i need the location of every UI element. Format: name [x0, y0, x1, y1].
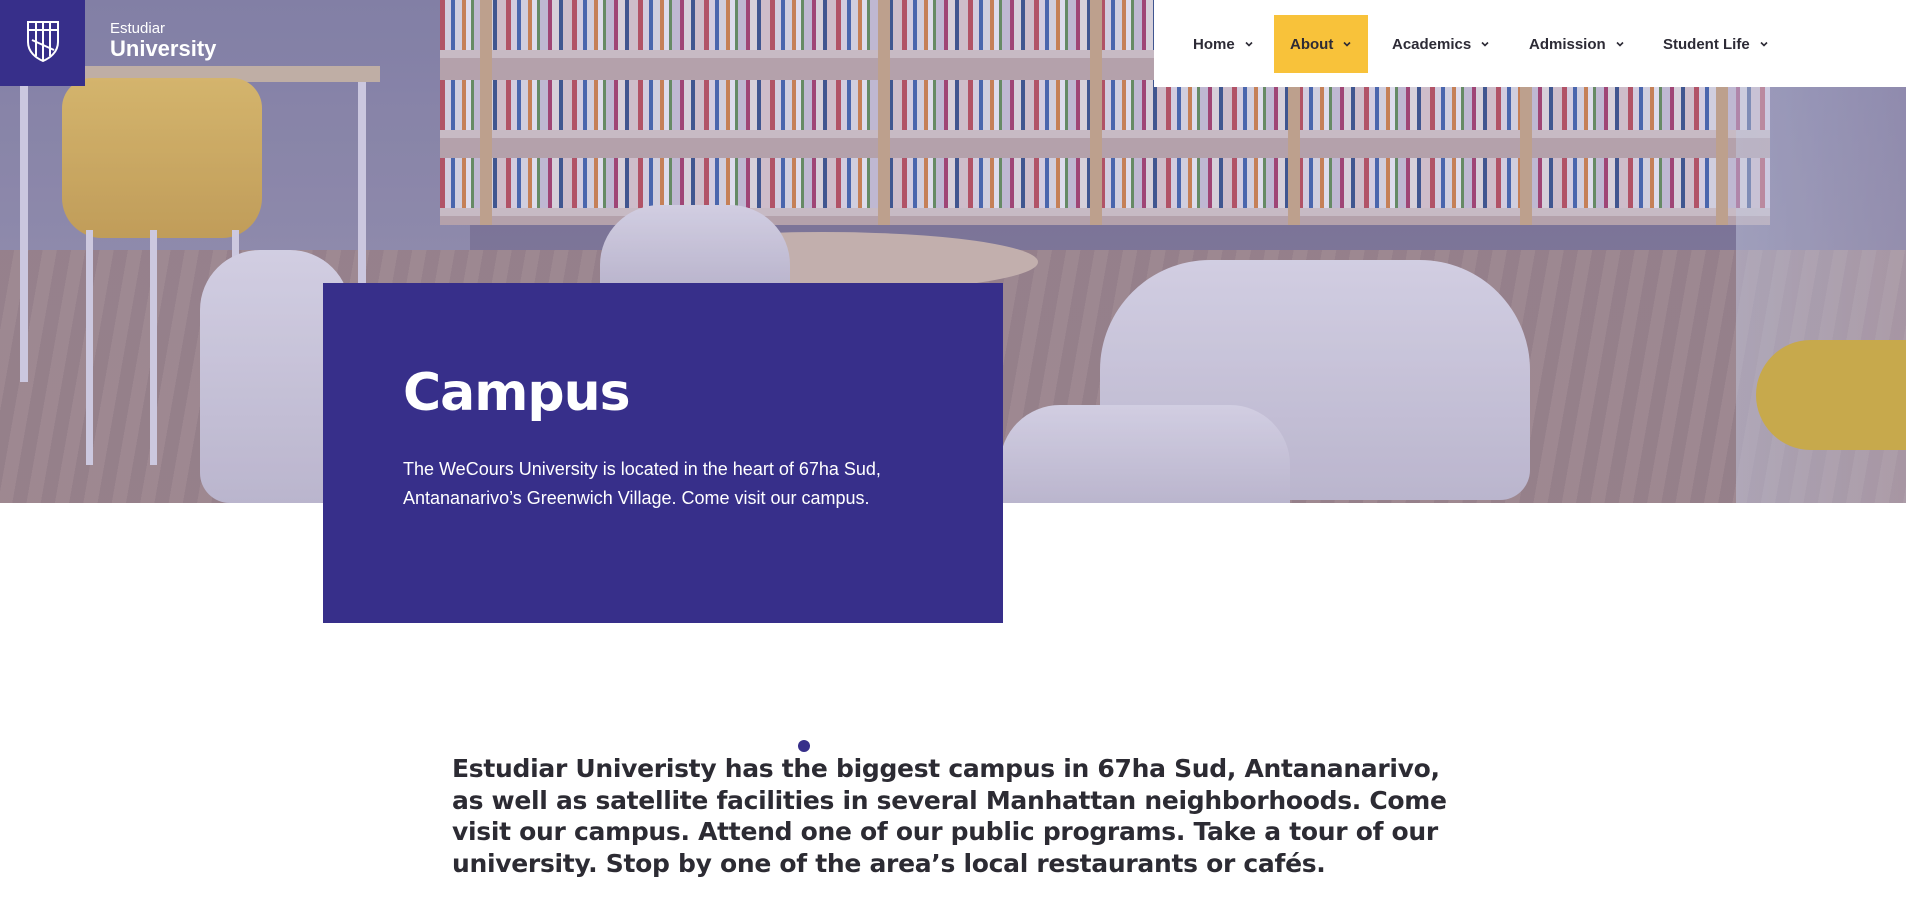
page-title: Campus	[403, 363, 631, 423]
shield-icon	[26, 20, 60, 67]
nav-item-home[interactable]: Home	[1193, 15, 1254, 73]
nav-item-admission[interactable]: Admission	[1529, 15, 1625, 73]
chevron-down-icon	[1244, 36, 1254, 53]
chevron-down-icon	[1480, 36, 1490, 53]
logo[interactable]	[0, 0, 85, 86]
nav-label: Admission	[1529, 35, 1606, 53]
brand-name[interactable]: Estudiar University	[110, 20, 216, 61]
nav-label: About	[1290, 35, 1334, 53]
nav-item-student-life[interactable]: Student Life	[1663, 15, 1769, 73]
hero-card: Campus The WeCours University is located…	[323, 283, 1003, 623]
nav-label: Student Life	[1663, 35, 1750, 53]
nav-label: Academics	[1392, 35, 1472, 53]
brand-line1: Estudiar	[110, 20, 166, 37]
chevron-down-icon	[1615, 36, 1625, 53]
nav-item-academics[interactable]: Academics	[1392, 15, 1490, 73]
nav-item-about[interactable]: About	[1274, 15, 1369, 73]
brand-line2: University	[110, 36, 217, 61]
section-dot	[798, 740, 810, 752]
main-navigation: Home About Academics Admission Student L…	[1154, 0, 1906, 87]
hero-description: The WeCours University is located in the…	[403, 459, 881, 508]
nav-label: Home	[1193, 35, 1235, 53]
intro-paragraph: Estudiar Univeristy has the biggest camp…	[452, 754, 1447, 878]
chevron-down-icon	[1342, 36, 1352, 53]
chevron-down-icon	[1759, 36, 1769, 53]
